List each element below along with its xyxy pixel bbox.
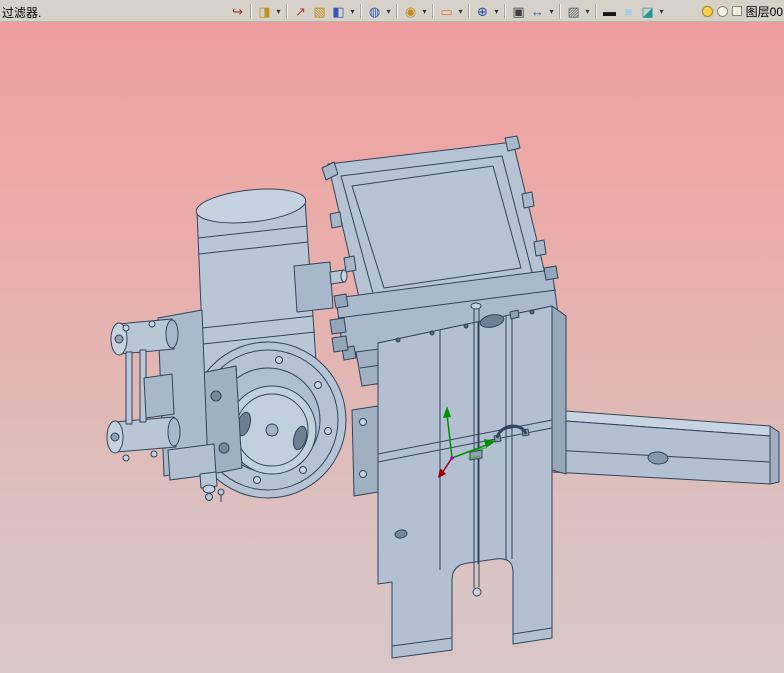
bg-color-icon[interactable]: ■ [619, 2, 638, 21]
extrude-box-icon[interactable]: ▧ [310, 2, 329, 21]
model-3d[interactable] [0, 22, 784, 673]
toolbar-separator [286, 3, 288, 19]
viewport-canvas[interactable] [0, 22, 784, 673]
toolbar-separator [559, 3, 561, 19]
light-on-icon[interactable] [701, 5, 713, 17]
light-off-icon[interactable] [716, 5, 728, 17]
dropdown-arrow-icon[interactable]: ▾ [456, 3, 465, 20]
model-side-plate[interactable] [352, 406, 378, 496]
toolbar-icons: ↪ ◨ ▾ ↗ ▧ ◧ ▾ ◍ ▾ ◉ ▾ ▭ ▾ ⊕ ▾ ▣ ↔ ▾ ▨ ▾ ▬ ■ ◪ ▾ [228, 1, 666, 21]
dropdown-arrow-icon[interactable]: ▾ [274, 3, 283, 20]
dropdown-arrow-icon[interactable]: ▾ [547, 3, 556, 20]
finish-sketch-icon[interactable]: ↪ [228, 2, 247, 21]
sketch-pen-icon[interactable]: ↗ [291, 2, 310, 21]
dropdown-arrow-icon[interactable]: ▾ [657, 3, 666, 20]
dropdown-arrow-icon[interactable]: ▾ [583, 3, 592, 20]
line-width-icon[interactable]: ▬ [600, 2, 619, 21]
layer-toolbar: 图层00 [701, 1, 784, 21]
sphere-feature-icon[interactable]: ◍ [365, 2, 384, 21]
toolbar-separator [595, 3, 597, 19]
layer-name[interactable]: 图层00 [746, 3, 783, 20]
sketch-plane-icon[interactable]: ▭ [437, 2, 456, 21]
toolbar-separator [396, 3, 398, 19]
model-beam[interactable] [552, 410, 779, 484]
toolbar-separator [504, 3, 506, 19]
display-mode-icon[interactable]: ▨ [564, 2, 583, 21]
style-fill-icon[interactable]: ◨ [255, 2, 274, 21]
dimension-icon[interactable]: ↔ [528, 2, 547, 21]
toolbar-separator [250, 3, 252, 19]
center-point-icon[interactable]: ▣ [509, 2, 528, 21]
dropdown-arrow-icon[interactable]: ▾ [348, 3, 357, 20]
layer-color-swatch[interactable] [731, 6, 742, 16]
filter-prompt: 过滤器. [2, 6, 42, 20]
fan-pattern-icon[interactable]: ◉ [401, 2, 420, 21]
toolbar-separator [468, 3, 470, 19]
layers-icon[interactable]: ◪ [638, 2, 657, 21]
toolbar: 过滤器. ↪ ◨ ▾ ↗ ▧ ◧ ▾ ◍ ▾ ◉ ▾ ▭ ▾ ⊕ ▾ ▣ ↔ ▾ ▨ ▾ ▬ ■ ◪ ▾ 图层00 [0, 0, 784, 22]
dropdown-arrow-icon[interactable]: ▾ [384, 3, 393, 20]
toolbar-separator [432, 3, 434, 19]
dropdown-arrow-icon[interactable]: ▾ [420, 3, 429, 20]
solid-cube-icon[interactable]: ◧ [329, 2, 348, 21]
dropdown-arrow-icon[interactable]: ▾ [492, 3, 501, 20]
model-gearbox[interactable] [378, 303, 566, 658]
locate-icon[interactable]: ⊕ [473, 2, 492, 21]
toolbar-separator [360, 3, 362, 19]
